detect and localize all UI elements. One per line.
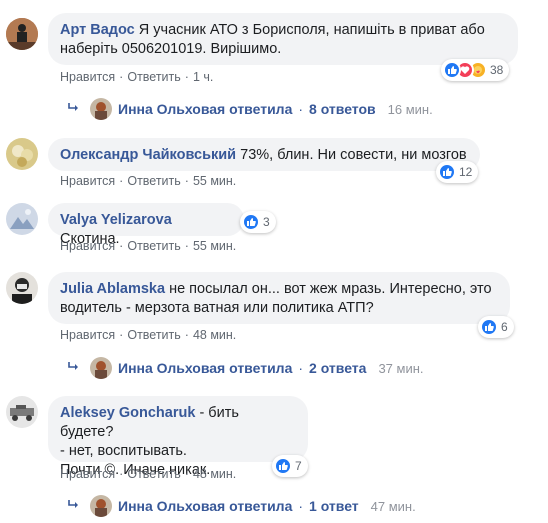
comment-bubble: Valya Yelizarova Скотина. [48,203,244,247]
reply-verb: ответила [229,360,293,376]
reactions-count: 12 [459,165,473,179]
reactions-badge[interactable]: 12 [436,161,479,183]
reply-link[interactable]: Ответить [127,70,180,84]
like-link[interactable]: Нравится [60,328,115,342]
comment-time[interactable]: 55 мин. [193,239,236,253]
thumbs-up-icon [242,213,260,231]
comment-author[interactable]: Aleksey Goncharuk [60,405,195,421]
comment-actions: Нравится · Ответить · 1 ч. [60,70,214,84]
comment-author[interactable]: Арт Вадос [60,22,135,38]
avatar[interactable] [6,396,38,428]
thumbs-up-icon [274,457,292,475]
avatar[interactable] [6,203,38,235]
like-link[interactable]: Нравится [60,174,115,188]
comment-actions: Нравится · Ответить · 48 мин. [60,467,237,481]
reply-link[interactable]: Ответить [127,239,180,253]
reply-time: 16 мин. [387,101,433,117]
avatar [90,495,112,517]
comment-author[interactable]: Julia Ablamska [60,281,165,297]
thumbs-up-icon [443,61,461,79]
reply-time: 47 мин. [370,498,416,514]
reply-link[interactable]: Ответить [127,328,180,342]
reactions-count: 38 [490,63,504,77]
reactions-badge[interactable]: 6 [478,316,514,338]
avatar[interactable] [6,272,38,304]
comment-actions: Нравится · Ответить · 55 мин. [60,239,237,253]
reactions-badge[interactable]: 7 [272,455,308,477]
comment-text: наберіть 0506201019. Вирішимо. [60,41,282,57]
reply-author[interactable]: Инна Ольховая [118,360,225,376]
comment-time[interactable]: 48 мин. [193,467,236,481]
comment-bubble: Олександр Чайковський 73%, блин. Ни сове… [48,138,480,171]
reply-count[interactable]: 8 ответов [309,101,376,117]
comment-time[interactable]: 1 ч. [193,70,213,84]
reply-link[interactable]: Ответить [127,174,180,188]
reply-arrow-icon [68,498,82,514]
reply-link[interactable]: Ответить [127,467,180,481]
avatar [90,98,112,120]
like-link[interactable]: Нравится [60,239,115,253]
reply-author[interactable]: Инна Ольховая [118,101,225,117]
avatar [90,357,112,379]
comment-actions: Нравится · Ответить · 55 мин. [60,174,237,188]
comment-actions: Нравится · Ответить · 48 мин. [60,328,237,342]
like-link[interactable]: Нравится [60,70,115,84]
reply-time: 37 мин. [378,360,424,376]
reply-arrow-icon [68,101,82,117]
comment-time[interactable]: 55 мин. [193,174,236,188]
comment-text: 73%, блин. Ни совести, ни мозгов [240,147,467,163]
comment-bubble: Aleksey Goncharuk - бить будете? - нет, … [48,396,308,478]
reply-arrow-icon [68,360,82,376]
comment-text: Я учасник АТО з Борисполя, напишіть в пр… [138,22,485,38]
reply-count[interactable]: 1 ответ [309,498,359,514]
reactions-count: 3 [263,215,270,229]
comment-time[interactable]: 48 мин. [193,328,236,342]
reply-verb: ответила [229,498,293,514]
comment-text: - нет, воспитывать. [60,443,187,459]
reply-verb: ответила [229,101,293,117]
reactions-count: 7 [295,459,302,473]
comment-text: не посылал он... вот жеж мразь. Интересн… [169,281,492,297]
reactions-count: 6 [501,320,508,334]
comment-text: водитель - мерзота ватная или политика А… [60,300,374,316]
comment-bubble: Julia Ablamska не посылал он... вот жеж … [48,272,510,324]
reply-count[interactable]: 2 ответа [309,360,366,376]
comment-author[interactable]: Valya Yelizarova [60,212,172,228]
reactions-badge[interactable]: 3 [240,211,276,233]
thumbs-up-icon [480,318,498,336]
view-replies[interactable]: Инна Ольховая ответила · 2 ответа 37 мин. [68,357,424,379]
avatar[interactable] [6,18,38,50]
like-link[interactable]: Нравится [60,467,115,481]
reactions-badge[interactable]: 38 [441,59,510,81]
comment-bubble: Арт Вадос Я учасник АТО з Борисполя, нап… [48,13,518,65]
view-replies[interactable]: Инна Ольховая ответила · 8 ответов 16 мин. [68,98,433,120]
view-replies[interactable]: Инна Ольховая ответила · 1 ответ 47 мин. [68,495,416,517]
reply-author[interactable]: Инна Ольховая [118,498,225,514]
comment-author[interactable]: Олександр Чайковський [60,147,236,163]
avatar[interactable] [6,138,38,170]
thumbs-up-icon [438,163,456,181]
